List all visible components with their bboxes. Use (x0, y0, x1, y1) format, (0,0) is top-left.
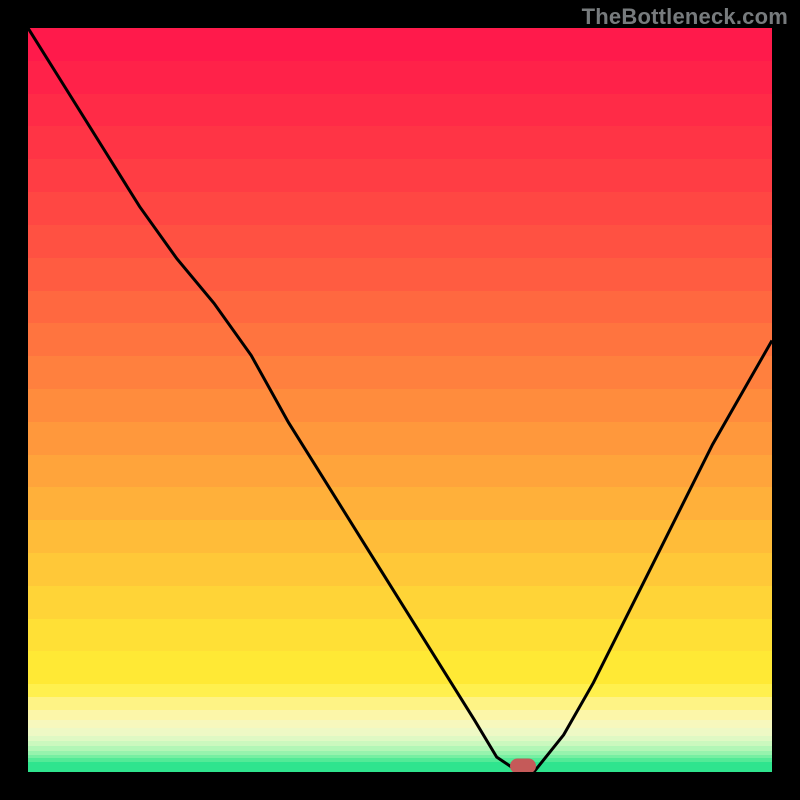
plot-area (28, 28, 772, 772)
curve-layer (28, 28, 772, 772)
chart-frame: TheBottleneck.com (0, 0, 800, 800)
bottleneck-curve (28, 28, 772, 772)
watermark-text: TheBottleneck.com (582, 4, 788, 30)
optimum-marker (510, 759, 536, 772)
